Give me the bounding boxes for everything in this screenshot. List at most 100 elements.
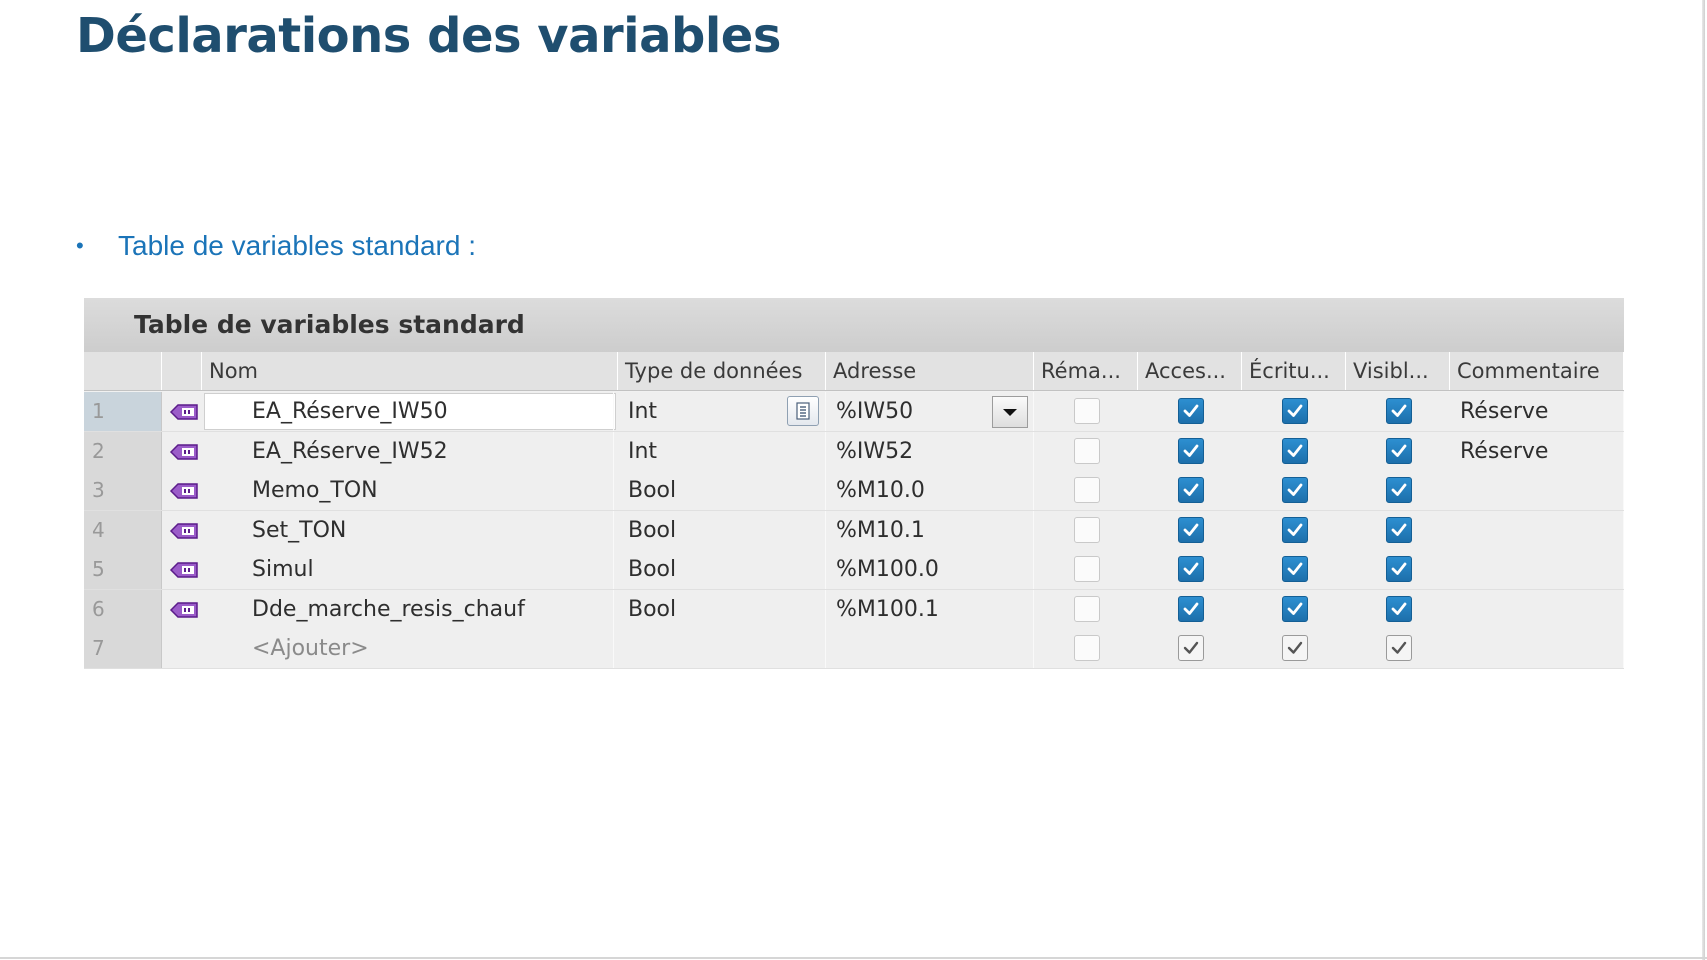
check-icon xyxy=(1183,483,1199,496)
header-visible[interactable]: Visibl... xyxy=(1346,352,1450,390)
cell-name[interactable]: Dde_marche_resis_chauf xyxy=(244,589,614,629)
header-retain[interactable]: Réma... xyxy=(1034,352,1138,390)
checkbox-write[interactable] xyxy=(1282,556,1308,582)
checkbox-retain[interactable] xyxy=(1074,595,1100,622)
list-picker-icon xyxy=(796,402,810,420)
cell-type[interactable]: Int xyxy=(620,431,826,471)
table-header: Nom Type de données Adresse Réma... Acce… xyxy=(84,352,1624,391)
row-number: 7 xyxy=(84,629,162,668)
table-title-bar: Table de variables standard xyxy=(84,298,1624,352)
cell-comment[interactable] xyxy=(1452,629,1624,668)
checkbox-visible[interactable] xyxy=(1386,437,1412,464)
checkbox-write[interactable] xyxy=(1282,516,1308,543)
checkbox-retain[interactable] xyxy=(1074,398,1100,424)
check-icon xyxy=(1287,602,1303,615)
checkbox-access[interactable] xyxy=(1178,556,1204,582)
checkbox-access[interactable] xyxy=(1178,516,1204,543)
check-icon xyxy=(1391,641,1407,654)
check-icon xyxy=(1183,602,1199,615)
check-icon xyxy=(1183,562,1199,575)
cell-address[interactable]: %M10.1 xyxy=(828,510,1034,550)
table-row[interactable]: 4 Set_TON Bool %M10.1 xyxy=(84,510,1624,551)
dropdown-arrow-icon xyxy=(1003,409,1017,416)
check-icon xyxy=(1391,602,1407,615)
check-icon xyxy=(1183,444,1199,457)
type-picker-button[interactable] xyxy=(787,396,819,426)
cell-name[interactable]: EA_Réserve_IW52 xyxy=(244,431,614,471)
checkbox-access[interactable] xyxy=(1178,595,1204,622)
address-dropdown-button[interactable] xyxy=(992,396,1028,428)
header-comment[interactable]: Commentaire xyxy=(1450,352,1624,390)
checkbox-visible[interactable] xyxy=(1386,556,1412,582)
checkbox-retain[interactable] xyxy=(1074,477,1100,503)
row-number: 3 xyxy=(84,471,162,510)
table-row[interactable]: 5 Simul Bool %M100.0 xyxy=(84,550,1624,590)
cell-address[interactable]: %M100.1 xyxy=(828,589,1034,629)
check-icon xyxy=(1287,641,1303,654)
checkbox-access[interactable] xyxy=(1178,477,1204,503)
cell-name[interactable]: Set_TON xyxy=(244,510,614,550)
cell-type[interactable]: Bool xyxy=(620,510,826,550)
checkbox-visible[interactable] xyxy=(1386,595,1412,622)
bullet-item: • Table de variables standard : xyxy=(76,230,476,262)
table-row[interactable]: 1 EA_Réserve_IW50 Int %IW50 Réserve xyxy=(84,392,1624,432)
cell-comment[interactable]: Réserve xyxy=(1452,392,1624,431)
cell-address[interactable] xyxy=(828,629,1034,668)
header-icon xyxy=(162,352,202,390)
checkbox-access[interactable] xyxy=(1178,437,1204,464)
cell-address[interactable]: %M100.0 xyxy=(828,550,1034,589)
add-row-placeholder[interactable]: <Ajouter> xyxy=(244,629,614,668)
header-type[interactable]: Type de données xyxy=(618,352,826,390)
cell-name[interactable]: Memo_TON xyxy=(244,471,614,510)
table-row[interactable]: 6 Dde_marche_resis_chauf Bool %M100.1 xyxy=(84,589,1624,630)
checkbox-visible[interactable] xyxy=(1386,477,1412,503)
checkbox-access[interactable] xyxy=(1178,398,1204,424)
check-icon xyxy=(1391,523,1407,536)
bullet-dot: • xyxy=(76,233,84,258)
cell-name[interactable]: Simul xyxy=(244,550,614,589)
checkbox-visible[interactable] xyxy=(1386,398,1412,424)
check-icon xyxy=(1287,444,1303,457)
bullet-text: Table de variables standard : xyxy=(118,230,476,261)
slide-right-edge xyxy=(1702,0,1705,960)
cell-type[interactable]: Bool xyxy=(620,550,826,589)
checkbox-visible[interactable] xyxy=(1386,516,1412,543)
cell-type[interactable]: Bool xyxy=(620,589,826,629)
row-number: 2 xyxy=(84,431,162,471)
header-rownum xyxy=(84,352,162,390)
plc-tag-icon xyxy=(164,590,202,629)
row-number: 5 xyxy=(84,550,162,589)
cell-comment[interactable] xyxy=(1452,471,1624,510)
check-icon xyxy=(1391,444,1407,457)
checkbox-retain[interactable] xyxy=(1074,556,1100,582)
table-row[interactable]: 3 Memo_TON Bool %M10.0 xyxy=(84,471,1624,511)
cell-name[interactable]: EA_Réserve_IW50 xyxy=(244,392,614,431)
checkbox-visible[interactable] xyxy=(1386,635,1412,661)
cell-type[interactable] xyxy=(620,629,826,668)
check-icon xyxy=(1287,523,1303,536)
cell-type[interactable]: Bool xyxy=(620,471,826,510)
header-adresse[interactable]: Adresse xyxy=(826,352,1034,390)
checkbox-write[interactable] xyxy=(1282,398,1308,424)
table-row[interactable]: 2 EA_Réserve_IW52 Int %IW52 Réserve xyxy=(84,431,1624,472)
checkbox-access[interactable] xyxy=(1178,635,1204,661)
checkbox-write[interactable] xyxy=(1282,595,1308,622)
header-access[interactable]: Acces... xyxy=(1138,352,1242,390)
table-row-add[interactable]: 7 <Ajouter> xyxy=(84,629,1624,669)
cell-comment[interactable] xyxy=(1452,589,1624,629)
check-icon xyxy=(1391,404,1407,417)
checkbox-write[interactable] xyxy=(1282,477,1308,503)
checkbox-retain[interactable] xyxy=(1074,516,1100,543)
cell-comment[interactable]: Réserve xyxy=(1452,431,1624,471)
cell-address[interactable]: %M10.0 xyxy=(828,471,1034,510)
cell-address[interactable]: %IW52 xyxy=(828,431,1034,471)
cell-comment[interactable] xyxy=(1452,550,1624,589)
cell-comment[interactable] xyxy=(1452,510,1624,550)
checkbox-write[interactable] xyxy=(1282,437,1308,464)
header-write[interactable]: Écritu... xyxy=(1242,352,1346,390)
checkbox-write[interactable] xyxy=(1282,635,1308,661)
variable-table: Table de variables standard Nom Type de … xyxy=(84,298,1624,669)
header-nom[interactable]: Nom xyxy=(202,352,618,390)
checkbox-retain[interactable] xyxy=(1074,437,1100,464)
checkbox-retain[interactable] xyxy=(1074,635,1100,661)
